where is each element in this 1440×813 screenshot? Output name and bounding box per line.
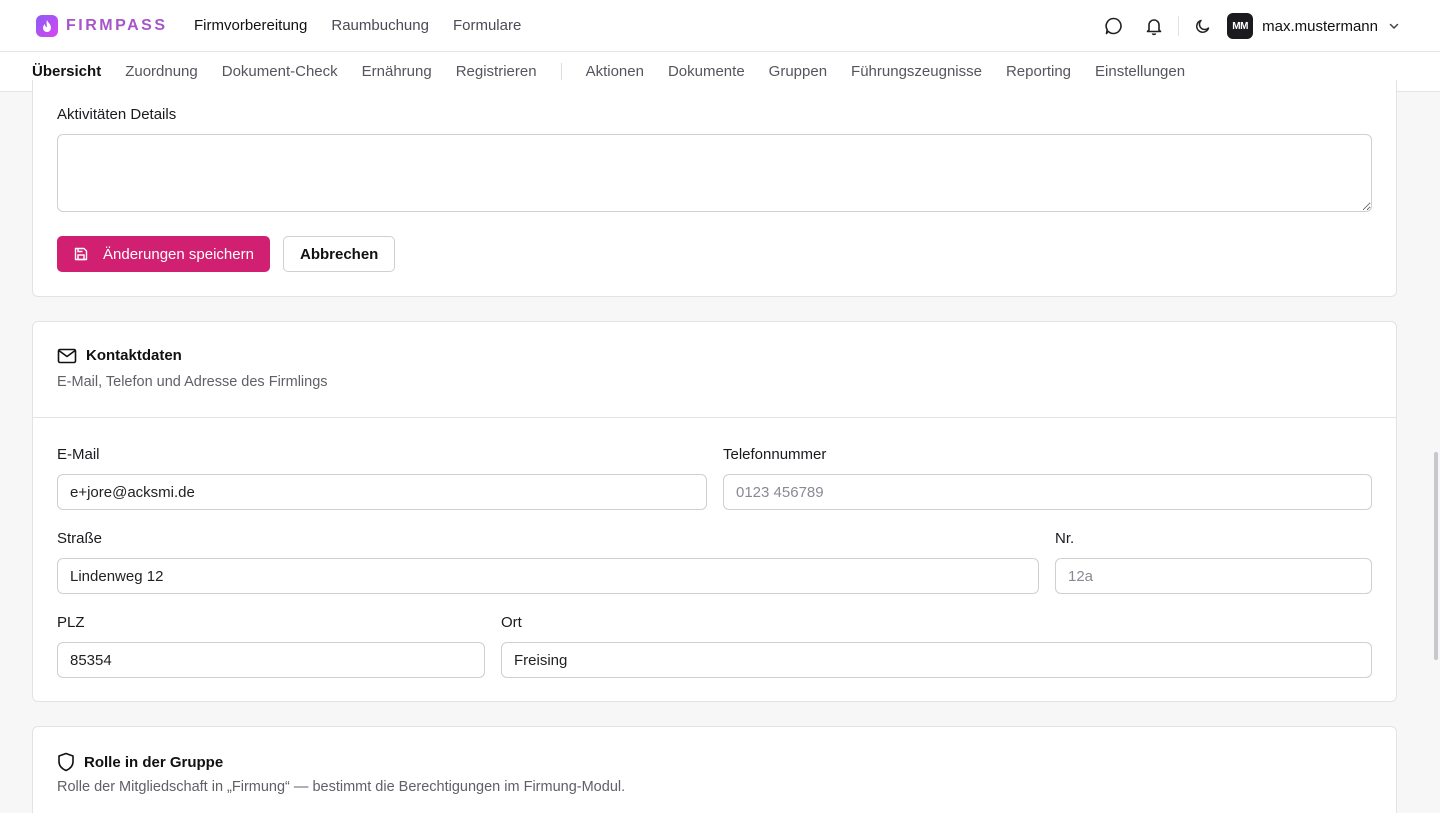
save-icon — [73, 246, 89, 262]
brand-name: FIRMPASS — [66, 17, 168, 34]
contact-card: Kontaktdaten E-Mail, Telefon und Adresse… — [32, 321, 1397, 702]
street-label: Straße — [57, 530, 103, 547]
email-field[interactable] — [57, 474, 707, 510]
contact-title-text: Kontaktdaten — [86, 347, 182, 364]
street-field[interactable] — [57, 558, 1039, 594]
save-button[interactable]: Änderungen speichern — [57, 236, 270, 272]
topnav-item-raumbuchung[interactable]: Raumbuchung — [331, 17, 429, 34]
house-number-field[interactable] — [1055, 558, 1372, 594]
brand-logo[interactable]: FIRMPASS — [36, 15, 167, 37]
save-button-label: Änderungen speichern — [103, 245, 254, 263]
top-navigation: Firmvorbereitung Raumbuchung Formulare — [194, 17, 521, 34]
topbar-divider — [1178, 16, 1180, 36]
page-scrollbar[interactable] — [1434, 452, 1438, 660]
flame-logo-icon — [36, 15, 58, 37]
activities-label: Aktivitäten Details — [57, 106, 177, 123]
email-label: E-Mail — [57, 446, 100, 463]
mail-icon — [57, 348, 77, 364]
cancel-button[interactable]: Abbrechen — [283, 236, 396, 272]
avatar: MM — [1227, 13, 1254, 39]
role-title: Rolle in der Gruppe — [57, 752, 223, 772]
contact-title: Kontaktdaten — [57, 347, 182, 364]
chevron-down-icon — [1388, 20, 1400, 32]
activities-textarea[interactable] — [57, 134, 1372, 212]
role-card: Rolle in der Gruppe Rolle der Mitgliedsc… — [32, 726, 1397, 813]
topnav-item-firmvorbereitung[interactable]: Firmvorbereitung — [194, 17, 307, 34]
phone-field[interactable] — [723, 474, 1372, 510]
topnav-item-formulare[interactable]: Formulare — [453, 17, 521, 34]
subnav-divider — [560, 63, 562, 81]
contact-divider — [33, 417, 1396, 418]
shield-icon — [57, 752, 75, 772]
role-title-text: Rolle in der Gruppe — [84, 753, 224, 771]
bell-icon[interactable] — [1140, 12, 1168, 40]
zip-label: PLZ — [57, 614, 85, 631]
activities-card: Aktivitäten Details Änderungen speichern… — [32, 80, 1397, 297]
city-field[interactable] — [501, 642, 1372, 678]
top-right-actions: MM max.mustermann — [1100, 12, 1400, 40]
chat-bubble-icon[interactable] — [1100, 12, 1128, 40]
phone-label: Telefonnummer — [723, 446, 827, 463]
city-label: Ort — [501, 614, 522, 631]
contact-subtitle: E-Mail, Telefon und Adresse des Firmling… — [57, 374, 328, 390]
moon-icon[interactable] — [1189, 12, 1217, 40]
username: max.mustermann — [1262, 17, 1378, 35]
top-bar: FIRMPASS Firmvorbereitung Raumbuchung Fo… — [0, 0, 1440, 52]
house-number-label: Nr. — [1055, 530, 1075, 547]
user-menu[interactable]: MM max.mustermann — [1227, 13, 1400, 39]
role-subtitle: Rolle der Mitgliedschaft in „Firmung“ — … — [57, 779, 626, 795]
zip-field[interactable] — [57, 642, 485, 678]
